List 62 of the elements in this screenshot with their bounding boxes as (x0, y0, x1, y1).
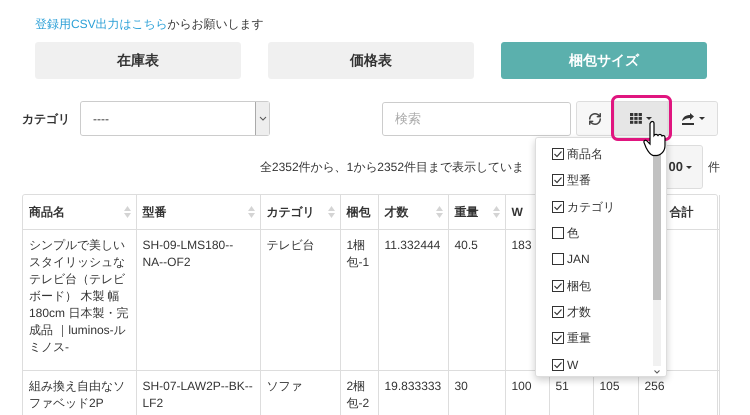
grid-icon (630, 113, 642, 124)
column-toggle-item[interactable]: 型番 (552, 167, 647, 194)
tab[interactable]: 価格表 (268, 42, 474, 79)
caret-icon (699, 117, 705, 120)
dropdown-toggle[interactable] (255, 102, 269, 135)
column-header[interactable]: 型番 (142, 202, 166, 221)
column-toggle-item[interactable]: 色 (552, 220, 647, 246)
table-cell: シンプルで美しいスタイリッシュなテレビ台（テレビボード） 木製 幅180cm 日本製・完成品 ｜luminos-ルミノス- (29, 238, 128, 354)
column-toggle-item[interactable]: 才数 (552, 298, 647, 326)
columns-button[interactable] (614, 101, 668, 136)
export-icon (681, 112, 695, 125)
checked-checkbox[interactable] (552, 358, 564, 371)
table-cell: 19.833333 (384, 378, 442, 392)
checked-checkbox[interactable] (552, 280, 564, 292)
table-cell: 100 (512, 378, 532, 392)
column-header[interactable]: 合計 (670, 202, 694, 221)
column-toggle-item[interactable]: 重量 (552, 325, 647, 352)
column-toggle-item[interactable]: 商品名 (552, 141, 647, 168)
column-toggle-item[interactable]: 梱包 (552, 272, 647, 299)
column-toggle-item[interactable]: カテゴリ (552, 194, 647, 220)
summary-text: 全2352件から、1から2352件目まで表示していま (260, 159, 524, 176)
table-cell: SH-09-LMS180--NA--OF2 (142, 238, 234, 268)
table-cell: 105 (600, 378, 620, 392)
table-cell: 51 (556, 378, 569, 392)
column-header[interactable]: 重量 (454, 202, 478, 221)
table-cell: 1梱包-1 (346, 238, 370, 268)
checked-checkbox[interactable] (552, 148, 564, 160)
table-cell: 11.332444 (384, 238, 440, 252)
table-cell: ソファ (266, 378, 302, 392)
notice-text: 登録用CSV出力はこちらからお願いします (35, 16, 265, 33)
table-cell: SH-07-LAW2P--BK--LF2 (142, 378, 253, 410)
column-header[interactable]: 梱包 (346, 202, 370, 221)
table-cell: 40.5 (454, 238, 478, 252)
column-header[interactable]: 商品名 (29, 202, 65, 221)
column-toggle-item[interactable]: W (552, 351, 647, 376)
table-cell: 30 (454, 378, 468, 392)
table-cell: 2梱包-2 (346, 378, 370, 410)
checked-checkbox[interactable] (552, 200, 564, 213)
column-header[interactable]: カテゴリ (266, 202, 314, 221)
table-cell: 組み換え自由なソファベッド2P (29, 378, 125, 410)
category-select[interactable]: ---- (80, 101, 270, 136)
checked-checkbox[interactable] (552, 174, 564, 186)
tab[interactable]: 在庫表 (35, 42, 241, 79)
column-header[interactable]: W (512, 202, 523, 221)
checked-checkbox[interactable] (552, 332, 564, 344)
column-toggle-item[interactable]: JAN (552, 246, 647, 272)
search-field[interactable]: 検索 (382, 102, 571, 136)
refresh-button[interactable] (576, 101, 614, 136)
scroll-down-icon[interactable] (654, 370, 660, 374)
refresh-icon (588, 112, 602, 126)
unchecked-checkbox[interactable] (552, 227, 564, 240)
unchecked-checkbox[interactable] (552, 253, 564, 266)
chevron-icon (258, 116, 266, 121)
table-cell: 256 (644, 378, 665, 392)
export-button[interactable] (668, 101, 718, 136)
column-header[interactable]: 才数 (384, 202, 408, 221)
unit-label: 件 (708, 159, 720, 176)
caret-icon (686, 166, 692, 168)
filter-label: カテゴリ (22, 110, 71, 128)
table-cell: テレビ台 (266, 238, 314, 252)
table-cell: 183 (512, 238, 532, 252)
checked-checkbox[interactable] (552, 306, 564, 318)
